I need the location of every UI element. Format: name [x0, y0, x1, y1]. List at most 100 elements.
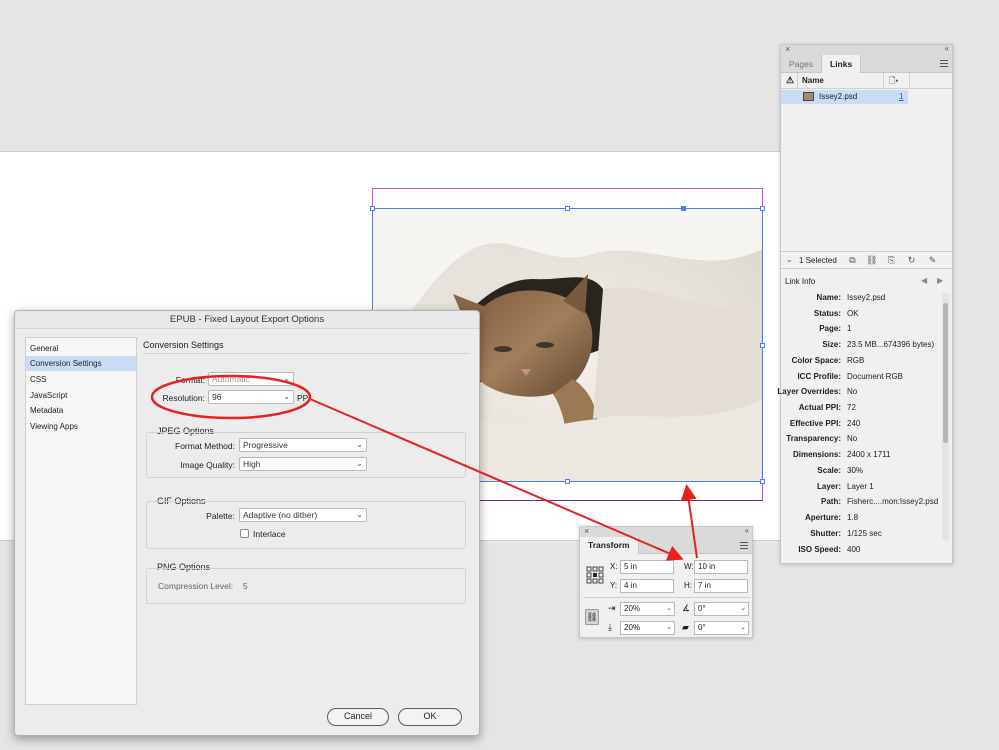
update-link-icon[interactable]: ↻	[906, 255, 917, 266]
cancel-button[interactable]: Cancel	[327, 708, 389, 726]
sidebar-item-css[interactable]: CSS	[26, 372, 136, 387]
info-row: Path: Fisherc....mon:Issey2.psd	[821, 497, 939, 506]
resize-handle[interactable]	[760, 343, 765, 348]
constrain-proportions-icon[interactable]: ⛓	[585, 609, 599, 625]
resolution-unit: PPI	[297, 393, 308, 403]
tab-links[interactable]: Links	[821, 55, 862, 73]
link-info-scrollbar[interactable]	[942, 293, 949, 541]
next-icon[interactable]: ▶	[937, 276, 943, 285]
resize-handle[interactable]	[370, 206, 375, 211]
scale-x-dropdown[interactable]: 20% ⌄	[620, 602, 675, 616]
y-field[interactable]: 4 in	[620, 579, 674, 593]
image-thumbnail-icon	[803, 92, 814, 101]
image-quality-dropdown[interactable]: High ⌄	[239, 457, 367, 471]
h-label: H:	[684, 581, 692, 590]
edit-original-icon[interactable]: ✎	[927, 255, 938, 266]
reference-point-handle[interactable]	[681, 206, 686, 211]
info-row: Effective PPI: 240	[789, 419, 861, 428]
transform-panel: × ‹‹ Transform X: 5 in Y: 4 in W: 10 in …	[579, 526, 753, 638]
info-row: Name: Issey2.psd	[816, 293, 886, 302]
column-header-name[interactable]: Name	[802, 76, 824, 85]
sidebar-item-javascript[interactable]: JavaScript	[26, 388, 136, 403]
info-row: Transparency: No	[786, 434, 858, 443]
tab-transform[interactable]: Transform	[580, 537, 639, 554]
interlace-label: Interlace	[253, 529, 286, 539]
collapse-icon[interactable]: ‹‹	[945, 44, 949, 53]
image-quality-label: Image Quality:	[180, 460, 235, 470]
section-title: Conversion Settings	[143, 340, 224, 350]
info-row: Shutter: 1/125 sec	[810, 529, 882, 538]
rotate-icon: ∡	[682, 603, 691, 613]
resolution-label: Resolution:	[162, 393, 205, 403]
link-row[interactable]: Issey2.psd 1	[781, 90, 908, 104]
relink-cc-icon[interactable]: ⧉	[847, 255, 858, 266]
x-field[interactable]: 5 in	[620, 560, 674, 574]
relink-icon[interactable]: ⛓	[866, 255, 877, 266]
palette-label: Palette:	[206, 511, 235, 521]
collapse-icon[interactable]: ‹‹	[745, 526, 749, 535]
resize-handle[interactable]	[565, 206, 570, 211]
scale-y-icon: ⤓	[608, 622, 612, 632]
ok-button[interactable]: OK	[398, 708, 462, 726]
info-row: Dimensions: 2400 x 1711	[792, 450, 891, 459]
format-label: Format:	[175, 375, 205, 385]
scale-y-dropdown[interactable]: 20% ⌄	[620, 621, 675, 635]
rotation-dropdown[interactable]: 0° ⌄	[694, 602, 749, 616]
palette-dropdown[interactable]: Adaptive (no dither) ⌄	[239, 508, 367, 522]
info-row: Actual PPI: 72	[798, 403, 856, 412]
format-method-dropdown[interactable]: Progressive ⌄	[239, 438, 367, 452]
links-panel: × ‹‹ Pages Links ⚠ Name 🗋▴ Issey2.psd 1 …	[777, 44, 953, 564]
link-name: Issey2.psd	[819, 92, 858, 101]
info-row: Color Space: RGB	[791, 356, 865, 365]
shear-dropdown[interactable]: 0° ⌄	[694, 621, 749, 635]
scrollbar-thumb[interactable]	[943, 303, 948, 443]
resize-handle[interactable]	[760, 479, 765, 484]
panel-menu-icon[interactable]	[940, 60, 948, 67]
link-info-title: Link Info	[785, 277, 816, 286]
sidebar-item-conversion-settings[interactable]: Conversion Settings	[26, 356, 136, 371]
info-row: ISO Speed: 400	[798, 545, 861, 554]
chevron-down-icon[interactable]: ⌄	[786, 255, 793, 264]
compression-level-value: 5	[243, 581, 248, 591]
panel-menu-icon[interactable]	[740, 542, 748, 549]
info-row: Layer Overrides: No	[777, 387, 858, 396]
resize-handle[interactable]	[565, 479, 570, 484]
page-column-icon[interactable]: 🗋▴	[889, 75, 898, 89]
w-label: W:	[684, 562, 694, 571]
info-row: Page: 1	[819, 324, 852, 333]
close-icon[interactable]: ×	[584, 526, 589, 536]
info-row: Status: OK	[813, 309, 859, 318]
scale-x-icon: ⇥	[608, 603, 616, 613]
compression-level-label: Compression Level:	[158, 581, 234, 591]
info-row: Scale: 30%	[817, 466, 864, 475]
format-dropdown[interactable]: Automatic ⌄	[208, 372, 294, 386]
tab-pages[interactable]: Pages	[781, 55, 821, 73]
go-to-link-icon[interactable]: ⎘	[886, 255, 897, 266]
close-icon[interactable]: ×	[785, 44, 790, 54]
warning-icon: ⚠	[786, 75, 795, 85]
format-method-label: Format Method:	[175, 441, 235, 451]
divider	[143, 353, 469, 354]
width-field[interactable]: 10 in	[694, 560, 748, 574]
interlace-checkbox[interactable]	[240, 529, 249, 538]
shear-icon: ▰	[682, 622, 689, 632]
dialog-title: EPUB - Fixed Layout Export Options	[15, 311, 479, 329]
resolution-combo[interactable]: 96 ⌄	[208, 390, 294, 404]
sidebar-item-metadata[interactable]: Metadata	[26, 403, 136, 418]
epub-export-dialog: EPUB - Fixed Layout Export Options Gener…	[14, 310, 480, 736]
resize-handle[interactable]	[760, 206, 765, 211]
reference-point-icon[interactable]	[586, 566, 604, 584]
sidebar-item-viewing-apps[interactable]: Viewing Apps	[26, 419, 136, 434]
y-label: Y:	[610, 581, 618, 590]
links-toolbar: ⌄ 1 Selected ⧉ ⛓ ⎘ ↻ ✎	[781, 251, 952, 269]
sidebar-item-general[interactable]: General	[26, 341, 136, 356]
settings-sidebar: General Conversion Settings CSS JavaScri…	[25, 337, 137, 705]
previous-icon[interactable]: ◀	[921, 276, 927, 285]
link-info-header[interactable]: Link Info ◀ ▶	[781, 275, 952, 289]
height-field[interactable]: 7 in	[694, 579, 748, 593]
selected-count: 1 Selected	[799, 256, 837, 265]
divider	[583, 597, 750, 598]
x-label: X:	[610, 562, 618, 571]
link-page-link[interactable]: 1	[899, 92, 903, 101]
info-row: Aperture: 1.8	[804, 513, 859, 522]
